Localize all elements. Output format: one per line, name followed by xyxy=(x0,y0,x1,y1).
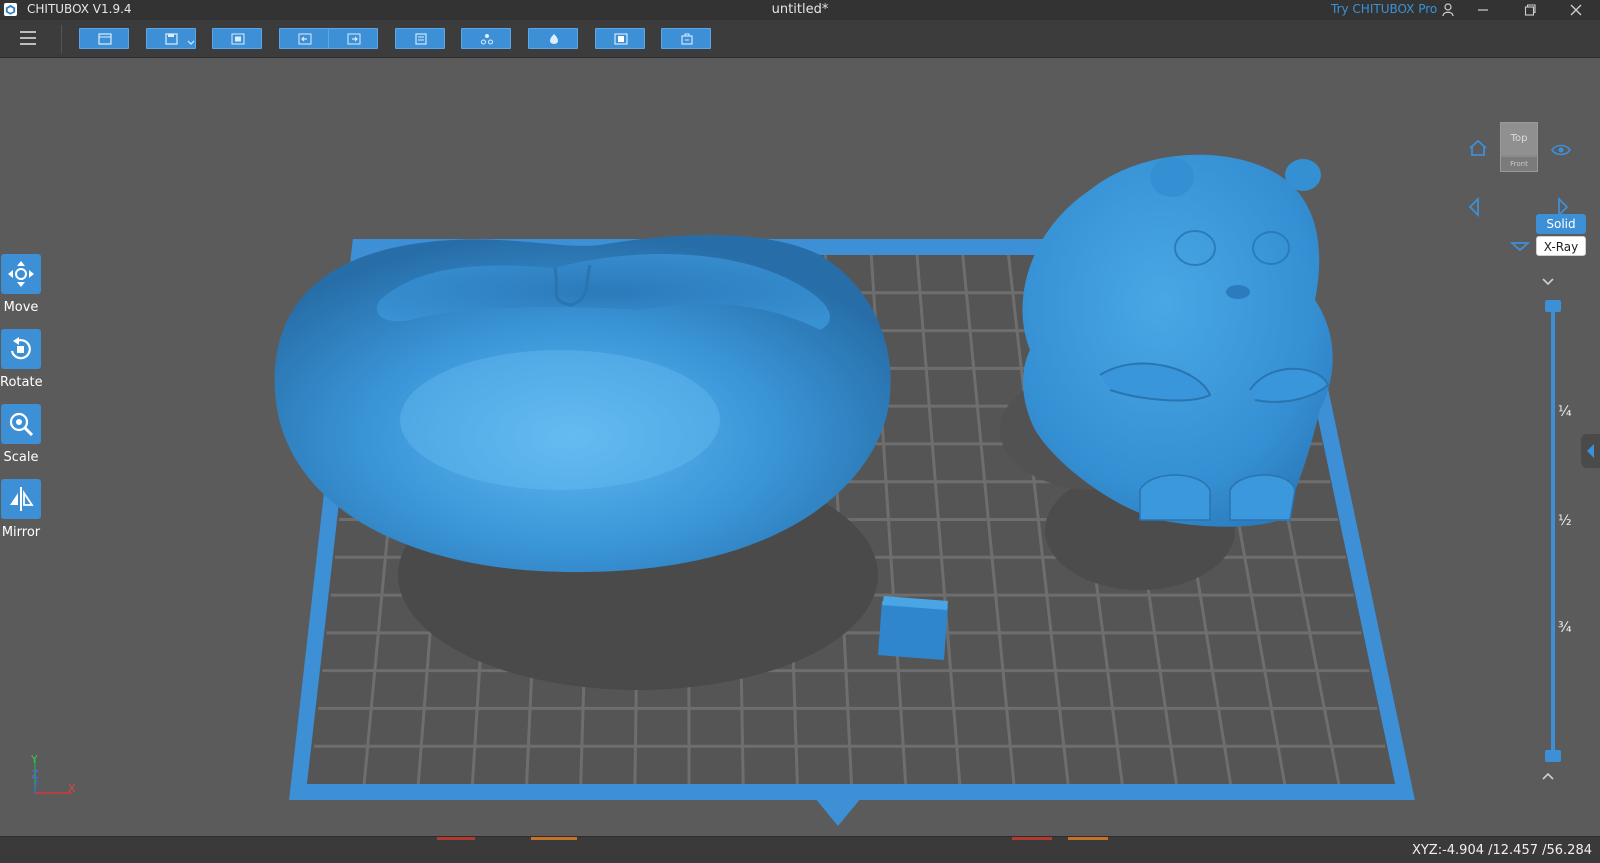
chevron-down-icon[interactable] xyxy=(1540,276,1556,288)
account-button[interactable] xyxy=(1428,0,1468,20)
slider-mark-three-quarter: ¾ xyxy=(1558,620,1572,636)
main-toolbar xyxy=(0,20,1600,58)
restore-icon xyxy=(1524,4,1536,16)
move-label: Move xyxy=(3,300,39,315)
scale-icon xyxy=(9,412,34,437)
dig-hole-button[interactable] xyxy=(595,28,645,49)
hollow-button[interactable] xyxy=(528,28,578,49)
save-dropdown-button[interactable] xyxy=(146,28,196,49)
hollow-icon xyxy=(550,34,558,44)
scale-tool[interactable]: Scale xyxy=(0,404,42,465)
layer-slider-bottom-handle[interactable] xyxy=(1545,750,1561,762)
open-file-icon xyxy=(98,33,112,45)
toolbar-separator xyxy=(61,25,62,53)
title-bar: CHITUBOX V1.9.4 untitled* Try CHITUBOX P… xyxy=(0,0,1600,20)
auto-layout-button[interactable] xyxy=(212,28,262,49)
redo-button[interactable] xyxy=(328,28,378,49)
axis-y-label: Y xyxy=(30,753,38,766)
cursor-coordinates: XYZ:-4.904 /12.457 /56.284 xyxy=(1411,843,1592,858)
cube-top-face[interactable]: Top xyxy=(1501,123,1537,155)
support-icon xyxy=(481,34,493,45)
user-icon xyxy=(1442,3,1454,17)
open-file-button[interactable] xyxy=(79,28,129,49)
collapse-left-icon xyxy=(1587,444,1594,458)
mirror-tool[interactable]: Mirror xyxy=(0,479,42,540)
layer-slider-top-handle[interactable] xyxy=(1545,300,1561,312)
undo-button[interactable] xyxy=(279,28,329,49)
try-pro-link[interactable]: Try CHITUBOX Pro xyxy=(1331,2,1437,16)
3d-viewport[interactable]: Y Z X Move Rotate Scale Mirror Top Front… xyxy=(0,58,1600,836)
eye-view-icon[interactable] xyxy=(1550,142,1572,158)
undo-icon xyxy=(298,33,312,45)
status-bar: XYZ:-4.904 /12.457 /56.284 xyxy=(0,836,1600,863)
support-button[interactable] xyxy=(461,28,511,49)
save-dropdown-icon xyxy=(165,33,178,45)
minimize-button[interactable] xyxy=(1463,0,1503,20)
slice-button[interactable] xyxy=(661,28,711,49)
status-indicator xyxy=(437,837,475,840)
axis-z-label: Z xyxy=(31,768,39,781)
rotate-tool[interactable]: Rotate xyxy=(0,329,43,390)
clear-plate-icon xyxy=(415,33,427,45)
rotate-icon xyxy=(10,337,31,360)
chevron-down-icon xyxy=(187,40,195,45)
navigation-cube[interactable]: Top Front xyxy=(1500,122,1538,172)
minimize-icon xyxy=(1478,9,1488,11)
clear-plate-button[interactable] xyxy=(395,28,445,49)
cube-front-face[interactable]: Front xyxy=(1501,157,1537,171)
move-tool[interactable]: Move xyxy=(0,254,42,315)
solid-mode-button[interactable]: Solid xyxy=(1536,214,1586,234)
status-indicator xyxy=(1012,837,1052,840)
mirror-icon xyxy=(10,487,34,511)
slice-icon xyxy=(681,33,693,45)
slider-mark-quarter: ¼ xyxy=(1558,404,1572,420)
rotate-label: Rotate xyxy=(0,375,43,390)
restore-button[interactable] xyxy=(1510,0,1550,20)
close-button[interactable] xyxy=(1556,0,1596,20)
rotate-down-icon[interactable] xyxy=(1509,238,1531,254)
dig-hole-icon xyxy=(614,33,628,45)
plate-front-marker xyxy=(810,792,866,826)
redo-icon xyxy=(347,33,361,45)
move-icon xyxy=(8,261,34,287)
status-indicator xyxy=(531,837,577,840)
xray-mode-button[interactable]: X-Ray xyxy=(1536,236,1586,256)
status-indicator xyxy=(1068,837,1108,840)
axis-x-label: X xyxy=(68,782,76,795)
rotate-button[interactable] xyxy=(1,329,41,369)
layer-slider-track[interactable] xyxy=(1551,306,1555,756)
axis-gizmo: Y Z X xyxy=(30,753,76,795)
scale-label: Scale xyxy=(3,450,39,465)
rotate-left-icon[interactable] xyxy=(1466,196,1482,218)
bean-bag-model[interactable] xyxy=(274,235,891,573)
mirror-label: Mirror xyxy=(1,525,41,540)
auto-layout-icon xyxy=(231,33,245,45)
build-scene: Y Z X xyxy=(30,154,1415,826)
side-panel-toggle[interactable] xyxy=(1581,434,1600,468)
cube-model[interactable] xyxy=(878,596,948,660)
home-view-icon[interactable] xyxy=(1467,138,1489,158)
hamburger-menu-icon[interactable] xyxy=(18,29,38,47)
slider-mark-half: ½ xyxy=(1558,513,1572,529)
scale-button[interactable] xyxy=(1,404,41,444)
move-button[interactable] xyxy=(1,254,41,294)
chevron-up-icon[interactable] xyxy=(1540,770,1556,782)
close-icon xyxy=(1570,4,1582,16)
mirror-button[interactable] xyxy=(1,479,41,519)
